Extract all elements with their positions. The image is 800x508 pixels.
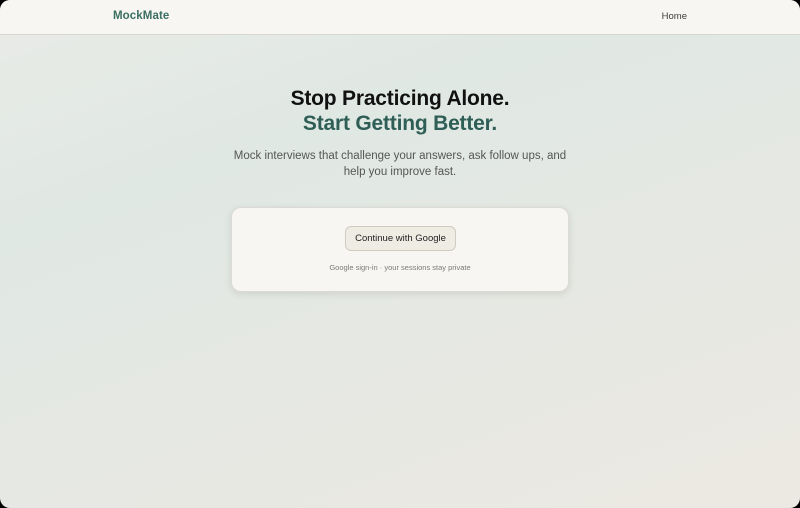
nav-link-home[interactable]: Home bbox=[662, 11, 687, 22]
signin-privacy-note: Google sign-in · your sessions stay priv… bbox=[329, 263, 471, 272]
signin-card: Continue with Google Google sign-in · yo… bbox=[231, 207, 569, 292]
top-navbar: MockMate Home bbox=[0, 0, 800, 35]
hero-title: Stop Practicing Alone. bbox=[290, 87, 510, 110]
app-window: MockMate Home Stop Practicing Alone. Sta… bbox=[0, 0, 800, 508]
brand-logo[interactable]: MockMate bbox=[113, 10, 169, 22]
google-signin-button[interactable]: Continue with Google bbox=[345, 226, 456, 251]
hero-subtitle: Mock interviews that challenge your answ… bbox=[233, 150, 567, 178]
hero-section: Stop Practicing Alone. Start Getting Bet… bbox=[0, 86, 800, 180]
hero-title-accent: Start Getting Better. bbox=[302, 112, 498, 135]
